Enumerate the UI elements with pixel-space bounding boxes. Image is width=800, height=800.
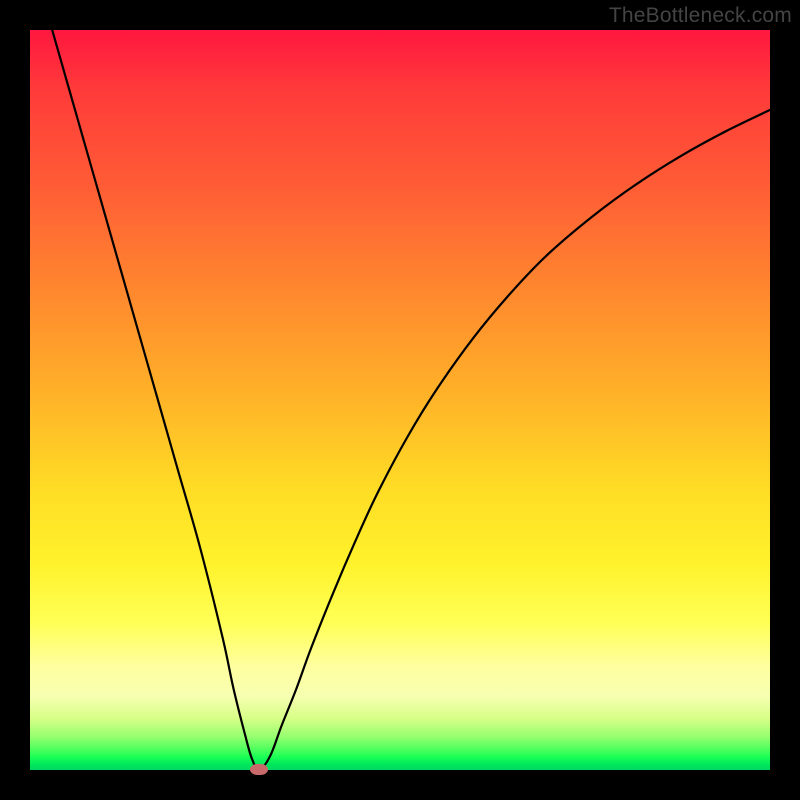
plot-area <box>30 30 770 770</box>
watermark-text: TheBottleneck.com <box>609 4 792 28</box>
chart-frame: TheBottleneck.com <box>0 0 800 800</box>
gradient-background <box>30 30 770 770</box>
